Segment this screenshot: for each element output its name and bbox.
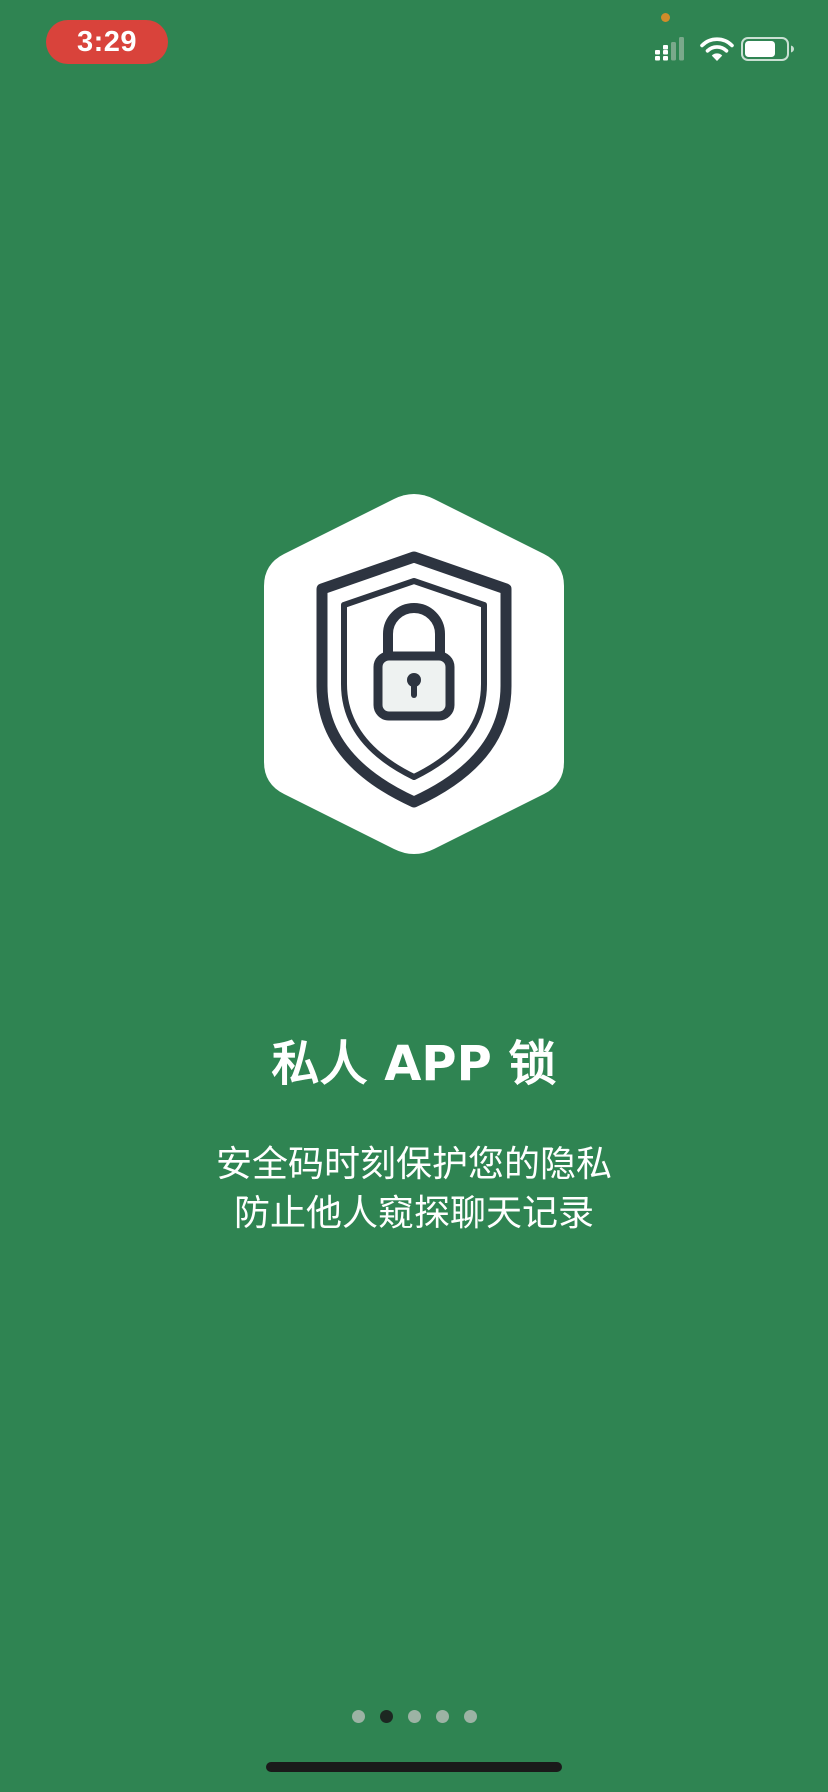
- shield-lock-icon: [264, 494, 564, 854]
- subtitle-line-1: 安全码时刻保护您的隐私: [215, 1144, 612, 1185]
- wifi-icon: [700, 37, 734, 61]
- privacy-indicator-dot: [661, 13, 670, 22]
- home-indicator[interactable]: [266, 1762, 562, 1772]
- page-dot-4[interactable]: [435, 1710, 449, 1723]
- onboarding-title: 私人 APP 锁: [271, 1036, 557, 1092]
- page-dot-3[interactable]: [407, 1710, 421, 1723]
- onboarding-subtitle: 安全码时刻保护您的隐私 防止他人窥探聊天记录: [0, 1140, 828, 1238]
- status-bar: 3:29: [0, 0, 828, 96]
- status-time[interactable]: 3:29: [46, 20, 168, 64]
- page-indicator: [0, 1710, 828, 1726]
- page-dot-5[interactable]: [463, 1710, 477, 1723]
- battery-icon: [741, 37, 794, 61]
- page-dot-2[interactable]: [379, 1710, 393, 1723]
- page-dot-1[interactable]: [351, 1710, 365, 1723]
- subtitle-line-2: 防止他人窥探聊天记录: [233, 1193, 594, 1234]
- cellular-signal-icon: [655, 37, 684, 61]
